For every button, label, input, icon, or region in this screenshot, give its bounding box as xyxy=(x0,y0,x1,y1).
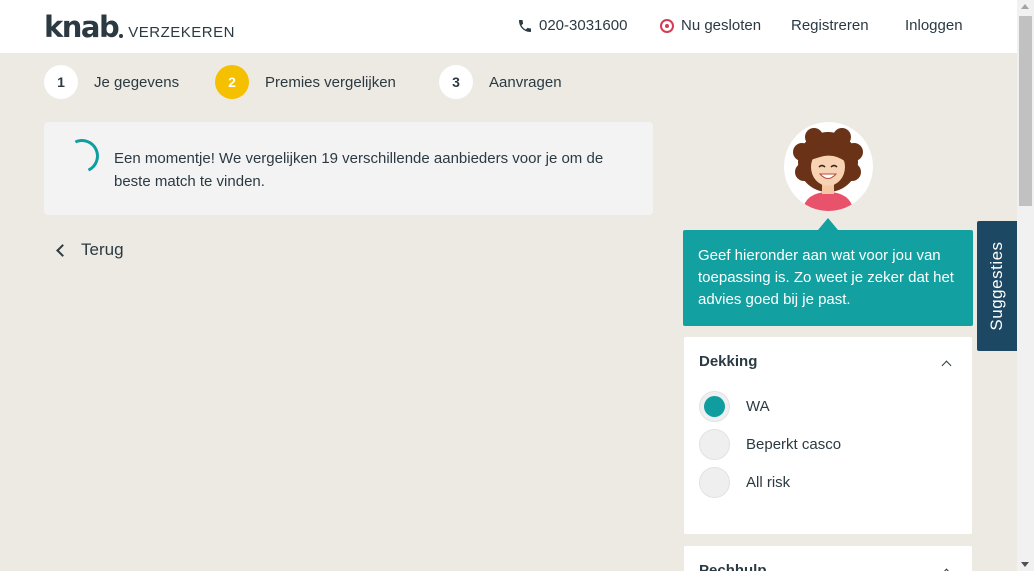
back-link[interactable]: Terug xyxy=(54,240,124,260)
site-header: knab VERZEKEREN 020-3031600 Nu gesloten … xyxy=(0,0,1017,53)
loading-spinner-icon xyxy=(60,134,104,178)
radio-option-all-risk[interactable]: All risk xyxy=(699,467,790,498)
login-link[interactable]: Inloggen xyxy=(905,17,963,34)
step-label: Je gegevens xyxy=(94,73,180,91)
chevron-left-icon xyxy=(56,243,69,257)
avatar-circle xyxy=(784,122,873,211)
filter-dekking: Dekking WA Beperkt casco All risk xyxy=(684,337,972,534)
assistant-avatar xyxy=(784,122,873,211)
knab-logo[interactable]: knab VERZEKEREN xyxy=(44,10,235,44)
step-label: Aanvragen xyxy=(489,73,562,91)
loading-notice: Een momentje! We vergelijken 19 verschil… xyxy=(44,122,653,215)
phone-link[interactable]: 020-3031600 xyxy=(517,17,627,34)
filter-title: Dekking xyxy=(699,353,758,370)
step-number-active: 2 xyxy=(215,65,249,99)
back-label: Terug xyxy=(81,240,124,259)
step-number: 3 xyxy=(439,65,473,99)
filter-title: Pechhulp xyxy=(699,562,767,571)
page-scrollbar[interactable] xyxy=(1017,0,1034,571)
register-link[interactable]: Registreren xyxy=(791,17,869,34)
logo-subtitle: VERZEKEREN xyxy=(128,24,235,41)
assistant-message: Geef hieronder aan wat voor jou van toep… xyxy=(683,230,973,326)
radio-option-beperkt-casco[interactable]: Beperkt casco xyxy=(699,429,841,460)
phone-icon xyxy=(519,19,531,32)
loading-message: Een momentje! We vergelijken 19 verschil… xyxy=(114,150,604,190)
opening-status[interactable]: Nu gesloten xyxy=(660,17,761,34)
speech-pointer xyxy=(818,218,838,230)
radio-option-wa[interactable]: WA xyxy=(699,391,770,422)
step-premies-vergelijken: 2 Premies vergelijken xyxy=(215,65,396,99)
suggesties-tab[interactable]: Suggesties xyxy=(977,221,1017,351)
phone-number: 020-3031600 xyxy=(539,17,628,34)
scroll-thumb[interactable] xyxy=(1019,16,1032,206)
radio-button[interactable] xyxy=(699,429,730,460)
radio-button-checked[interactable] xyxy=(699,391,730,422)
radio-label: WA xyxy=(746,398,770,415)
step-label: Premies vergelijken xyxy=(265,73,396,91)
status-label: Nu gesloten xyxy=(681,17,762,34)
filter-pechhulp: Pechhulp xyxy=(684,546,972,571)
step-number: 1 xyxy=(44,65,78,99)
step-aanvragen: 3 Aanvragen xyxy=(439,65,562,99)
scroll-down-arrow-icon[interactable] xyxy=(1021,562,1029,567)
scroll-up-arrow-icon[interactable] xyxy=(1021,4,1029,9)
logo-wordmark: knab xyxy=(44,10,120,44)
radio-button[interactable] xyxy=(699,467,730,498)
status-closed-icon xyxy=(660,18,674,33)
radio-label: All risk xyxy=(746,474,791,491)
suggesties-label: Suggesties xyxy=(987,241,1006,331)
chevron-up-icon[interactable] xyxy=(941,360,952,371)
logo-dot xyxy=(119,34,124,38)
step-je-gegevens[interactable]: 1 Je gegevens xyxy=(44,65,179,99)
radio-label: Beperkt casco xyxy=(746,436,842,453)
woman-avatar-icon xyxy=(793,128,863,211)
